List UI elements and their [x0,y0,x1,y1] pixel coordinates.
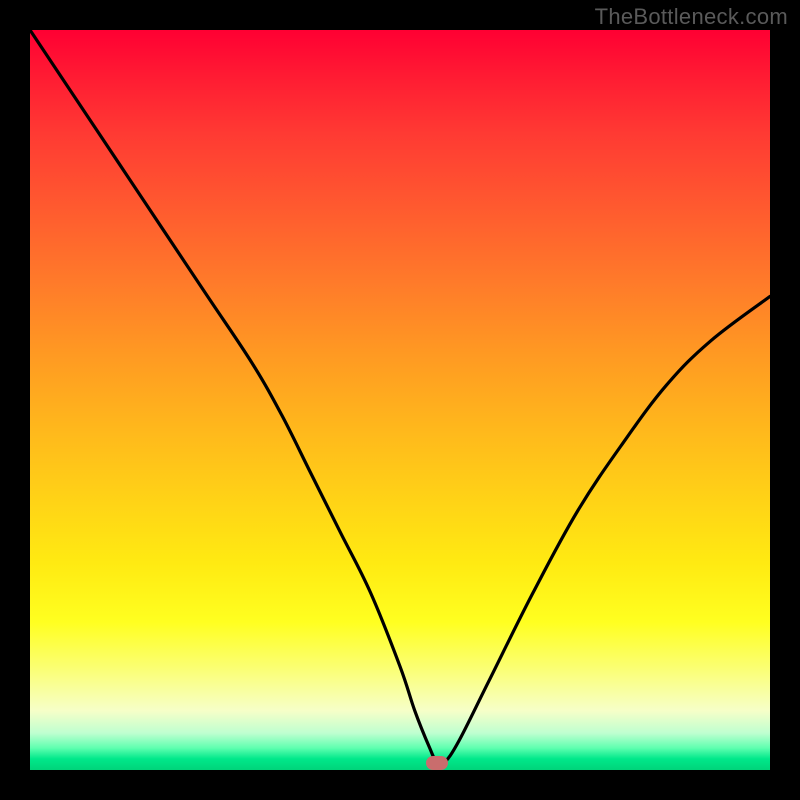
plot-area [30,30,770,770]
chart-frame: TheBottleneck.com [0,0,800,800]
bottleneck-curve [30,30,770,770]
watermark-text: TheBottleneck.com [595,4,788,30]
optimal-point-marker [426,756,448,770]
